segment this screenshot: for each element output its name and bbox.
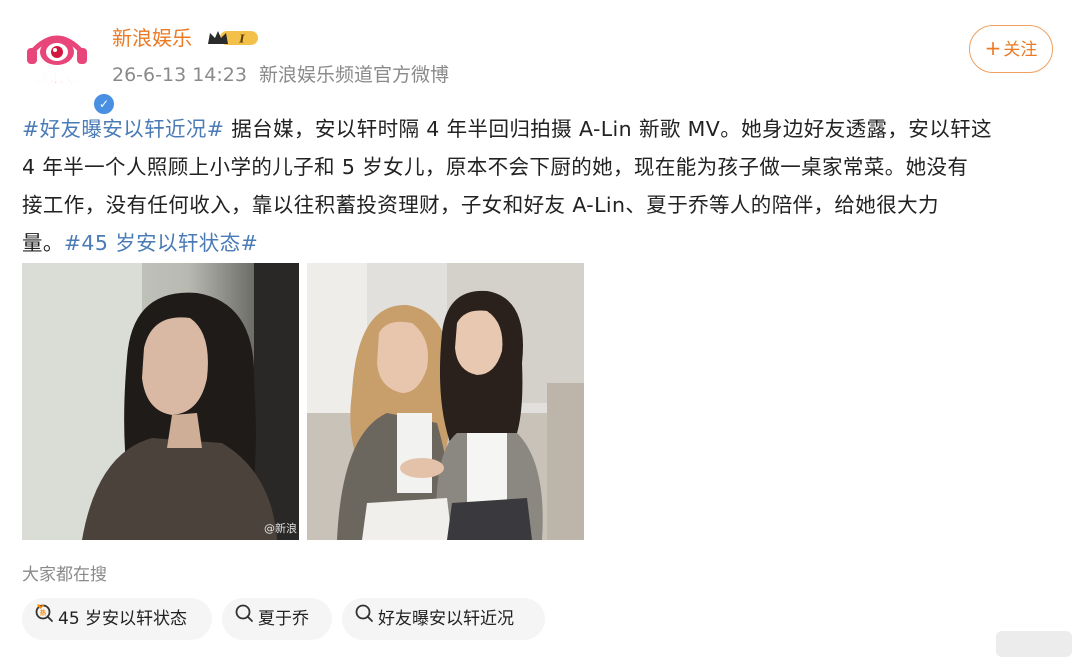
sina-eye-logo-icon: 新浪娱 — [23, 23, 91, 91]
search-chip-label: 夏于乔 — [258, 609, 309, 629]
hashtag-link[interactable]: #好友曝安以轩近况# — [22, 117, 224, 141]
svg-text:热: 热 — [40, 609, 46, 617]
content-line-1: #好友曝安以轩近况# 据台媒，安以轩时隔 4 年半回归拍摄 A-Lin 新歌 M… — [22, 110, 1054, 148]
search-chip-45-anyixuan[interactable]: 热 45 岁安以轩状态 — [22, 598, 212, 640]
plus-icon: + — [984, 36, 1002, 60]
post-image-1[interactable]: @新浪 — [22, 263, 299, 540]
content-text: 量。 — [22, 231, 64, 255]
trending-search-title: 大家都在搜 — [22, 565, 107, 585]
search-chip-friend-reveal[interactable]: 好友曝安以轩近况 — [342, 598, 545, 640]
content-line-4: 量。#45 岁安以轩状态# — [22, 224, 1054, 262]
search-icon — [354, 597, 374, 639]
content-line-3: 接工作，没有任何收入，靠以往积蓄投资理财，子女和好友 A-Lin、夏于乔等人的陪… — [22, 193, 939, 217]
content-line-2: 4 年半一个人照顾上小学的儿子和 5 岁女儿，原本不会下厨的她，现在能为孩子做一… — [22, 155, 969, 179]
weibo-post: 新浪娱 ✓ 新浪娱乐 I 26-6-13 14:23 新浪娱乐频道官方微博 + 关注… — [0, 0, 1076, 663]
content-text: 据台媒，安以轩时隔 4 年半回归拍摄 A-Lin 新歌 MV。她身边好友透露，安… — [224, 117, 992, 141]
post-image-2[interactable] — [307, 263, 584, 540]
more-options-placeholder — [996, 631, 1072, 657]
hot-search-icon: 热 — [34, 597, 54, 639]
post-time[interactable]: 26-6-13 14:23 — [112, 64, 247, 86]
image-watermark: @新浪 — [264, 522, 297, 535]
follow-button[interactable]: + 关注 — [969, 25, 1053, 73]
search-icon — [234, 597, 254, 639]
author-name[interactable]: 新浪娱乐 — [112, 24, 192, 52]
vip-crown-badge-icon[interactable]: I — [206, 29, 260, 47]
follow-label: 关注 — [1003, 40, 1038, 60]
post-content: #好友曝安以轩近况# 据台媒，安以轩时隔 4 年半回归拍摄 A-Lin 新歌 M… — [22, 110, 1054, 262]
avatar[interactable]: 新浪娱 ✓ — [22, 22, 116, 116]
post-meta: 26-6-13 14:23 新浪娱乐频道官方微博 — [112, 62, 449, 88]
hashtag-link[interactable]: #45 岁安以轩状态# — [64, 231, 258, 255]
post-source: 新浪娱乐频道官方微博 — [258, 64, 449, 86]
vip-level: I — [238, 33, 245, 46]
search-chip-xiayuqiao[interactable]: 夏于乔 — [222, 598, 332, 640]
search-chip-label: 45 岁安以轩状态 — [58, 609, 188, 629]
search-chip-label: 好友曝安以轩近况 — [378, 609, 514, 629]
avatar-text: 新浪娱 — [34, 68, 80, 86]
